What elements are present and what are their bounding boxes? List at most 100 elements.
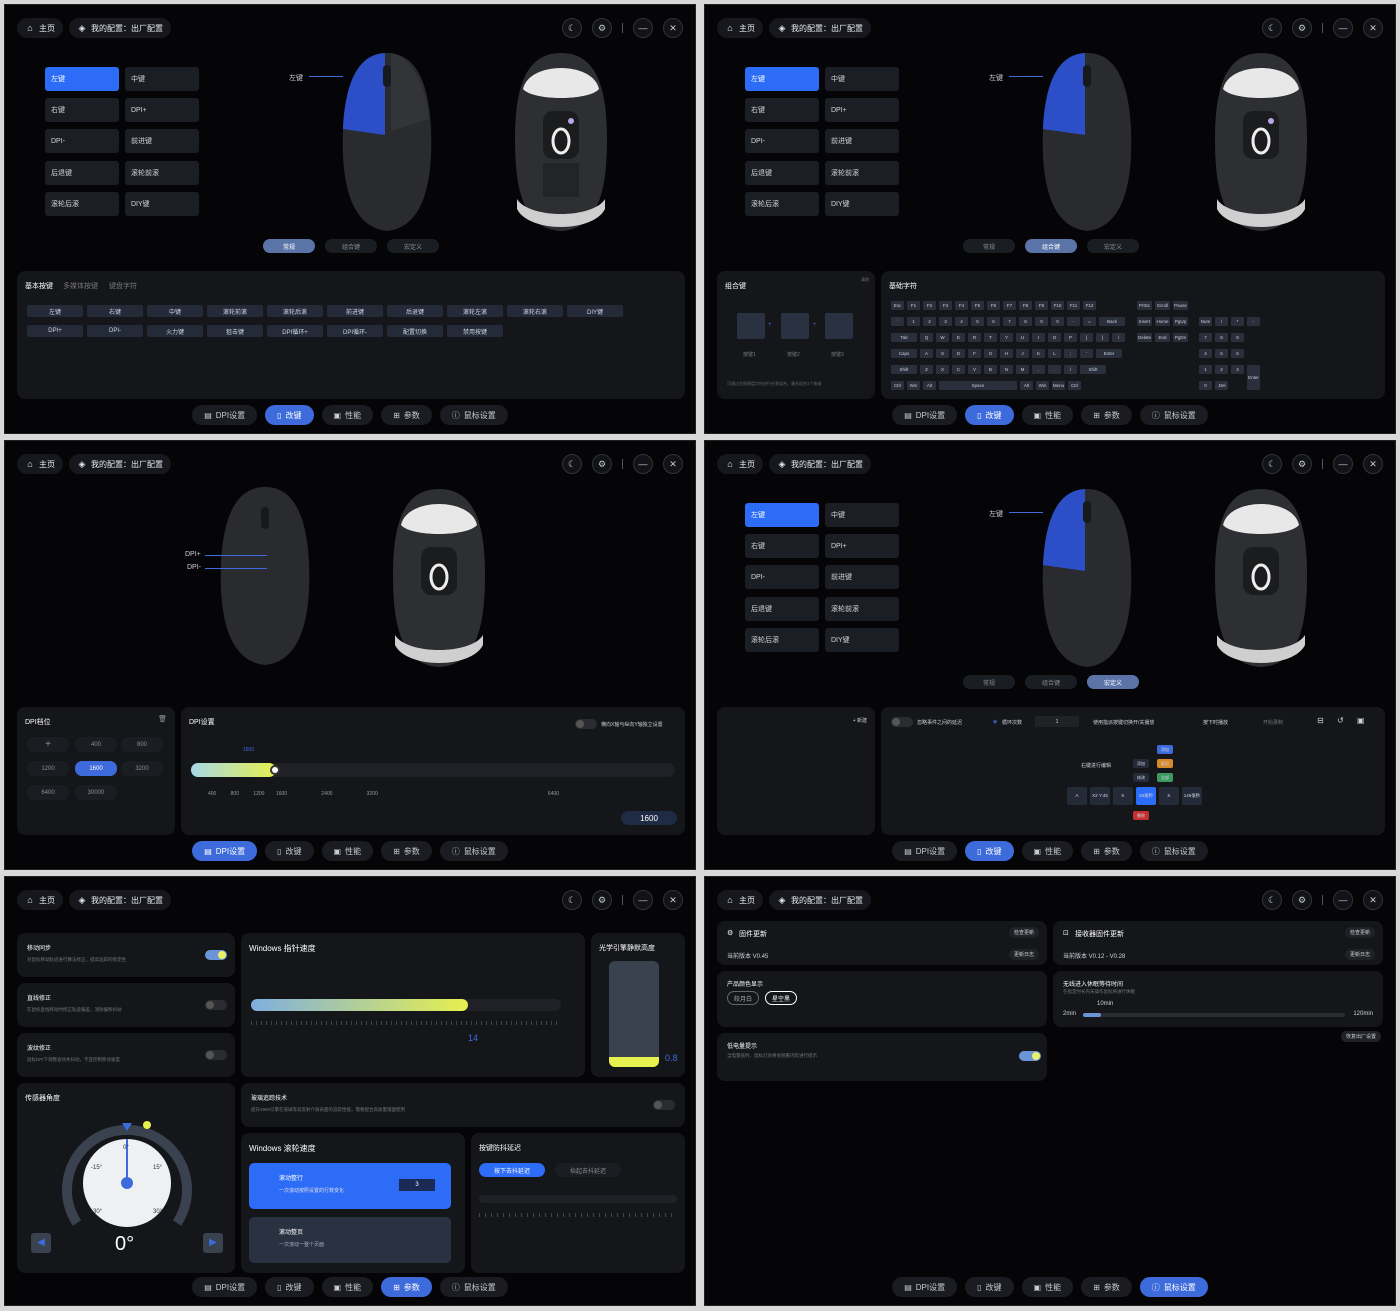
nav-mouse-settings[interactable]: ⓘ 鼠标设置 [439,405,508,425]
key-f[interactable]: F1 [907,301,920,310]
key-num[interactable]: 7 [1003,317,1016,326]
key-z[interactable]: X [936,365,949,374]
home-button[interactable]: ⌂ 主页 [17,454,63,474]
key-wheel-back[interactable]: 滚轮后滚 [45,192,119,216]
add-level-button[interactable]: + [27,737,69,752]
key-z[interactable]: / [1064,365,1077,374]
key-f[interactable]: F11 [1067,301,1080,310]
nav-perf[interactable]: ▣ 性能 [1021,1277,1074,1297]
menu-add[interactable]: 添加 [1133,759,1149,768]
nav-mouse-settings[interactable]: ⓘ 鼠标设置 [1139,841,1208,861]
key-z[interactable]: , [1032,365,1045,374]
key-f[interactable]: F2 [923,301,936,310]
key-a[interactable]: G [984,349,997,358]
key-diy[interactable]: DIY键 [825,628,899,652]
key-f[interactable]: Esc [891,301,904,310]
angle-left-button[interactable]: ◀ [31,1233,51,1253]
key-dpi-up[interactable]: DPI+ [125,98,199,122]
menu-delay[interactable]: 延迟 [1157,759,1173,768]
factory-reset-button[interactable]: 恢复出厂设置 [1340,1031,1381,1042]
key-nav[interactable]: PrtSc [1137,301,1152,310]
key-num[interactable]: 2 [923,317,936,326]
macro-step[interactable]: 26毫秒 [1136,787,1156,805]
profile-button[interactable]: ◈ 我的配置：出厂配置 [769,890,871,910]
key-f[interactable]: F8 [1019,301,1032,310]
key-dpi-up[interactable]: DPI+ [825,98,899,122]
key-numpad[interactable]: 1 [1199,365,1212,374]
ripple-toggle[interactable] [205,1050,227,1060]
key-diy[interactable]: DIY键 [825,192,899,216]
key-q[interactable]: R [968,333,981,342]
key-dpi-down[interactable]: DPI- [45,129,119,153]
nav-perf[interactable]: ▣ 性能 [1021,405,1074,425]
key-nav[interactable]: PgUp [1173,317,1188,326]
key-q[interactable]: W [936,333,949,342]
key-bottom[interactable]: Win [1036,381,1049,390]
key-z[interactable]: . [1048,365,1061,374]
menu-modify[interactable]: 修改 [1133,773,1149,782]
theme-icon[interactable]: ☾ [1262,890,1282,910]
nav-params[interactable]: ⊞ 参数 [1081,841,1132,861]
nav-dpi[interactable]: ▤ DPI设置 [192,1277,258,1297]
key-num[interactable]: 0 [1051,317,1064,326]
key-a[interactable]: H [1000,349,1013,358]
key-bottom[interactable]: Space [939,381,1017,390]
key-chip[interactable]: 火力键 [147,325,203,337]
loop-stepper[interactable]: 1 [1035,716,1079,727]
macro-step[interactable]: 146毫秒 [1182,787,1202,805]
mode-combo[interactable]: 组合键 [325,239,377,253]
key-numpad[interactable]: 5 [1215,349,1228,358]
save-icon[interactable]: ▣ [1357,716,1365,725]
combo-clear[interactable]: 清除 [861,277,869,283]
nav-perf[interactable]: ▣ 性能 [1021,841,1074,861]
key-q[interactable]: \ [1112,333,1125,342]
key-numpad[interactable]: 3 [1231,365,1244,374]
key-q[interactable]: U [1016,333,1029,342]
combo-slot-2[interactable] [781,313,809,339]
key-a[interactable]: Enter [1096,349,1122,358]
debounce-press[interactable]: 按下去抖延迟 [479,1163,545,1177]
key-num[interactable]: Back [1099,317,1125,326]
key-num[interactable]: = [1083,317,1096,326]
nav-dpi[interactable]: ▤ DPI设置 [192,405,258,425]
key-chip[interactable]: DPI循环+ [267,325,323,337]
key-num[interactable]: 1 [907,317,920,326]
key-chip[interactable]: 狙击键 [207,325,263,337]
key-z[interactable]: Shift [1080,365,1106,374]
key-z[interactable]: C [952,365,965,374]
key-chip[interactable]: 滚轮左滚 [447,305,503,317]
key-dpi-up[interactable]: DPI+ [825,534,899,558]
key-wheel-back[interactable]: 滚轮后滚 [745,192,819,216]
key-chip[interactable]: 滚轮右滚 [507,305,563,317]
key-left[interactable]: 左键 [745,67,819,91]
profile-button[interactable]: ◈ 我的配置：出厂配置 [69,18,171,38]
settings-icon[interactable]: ⚙ [592,890,612,910]
debounce-slider[interactable] [479,1195,677,1203]
key-numpad[interactable]: 4 [1199,349,1212,358]
key-chip[interactable]: 禁用按键 [447,325,503,337]
battery-toggle[interactable] [1019,1051,1041,1061]
dpi-level[interactable]: 400 [75,737,117,752]
assign-toggle-label[interactable]: 使用指派按键切换开/关播放 [1093,719,1154,726]
mode-macro[interactable]: 宏定义 [387,239,439,253]
home-button[interactable]: ⌂ 主页 [17,890,63,910]
settings-icon[interactable]: ⚙ [1292,18,1312,38]
key-z[interactable]: N [1000,365,1013,374]
lod-slider[interactable] [609,961,659,1067]
mode-macro[interactable]: 宏定义 [1087,675,1139,689]
key-f[interactable]: F6 [987,301,1000,310]
mode-combo[interactable]: 组合键 [1025,239,1077,253]
key-z[interactable]: Z [920,365,933,374]
key-num[interactable]: - [1067,317,1080,326]
key-numpad[interactable]: 9 [1231,333,1244,342]
nav-mouse-settings[interactable]: ⓘ 鼠标设置 [1139,1277,1208,1297]
minimize-icon[interactable]: — [633,890,653,910]
nav-dpi[interactable]: ▤ DPI设置 [892,841,958,861]
key-num[interactable]: 3 [939,317,952,326]
key-a[interactable]: J [1016,349,1029,358]
settings-icon[interactable]: ⚙ [592,454,612,474]
macro-step[interactable]: K [1113,787,1133,805]
key-num[interactable]: 6 [987,317,1000,326]
theme-icon[interactable]: ☾ [562,18,582,38]
undo-icon[interactable]: ↺ [1337,716,1344,725]
